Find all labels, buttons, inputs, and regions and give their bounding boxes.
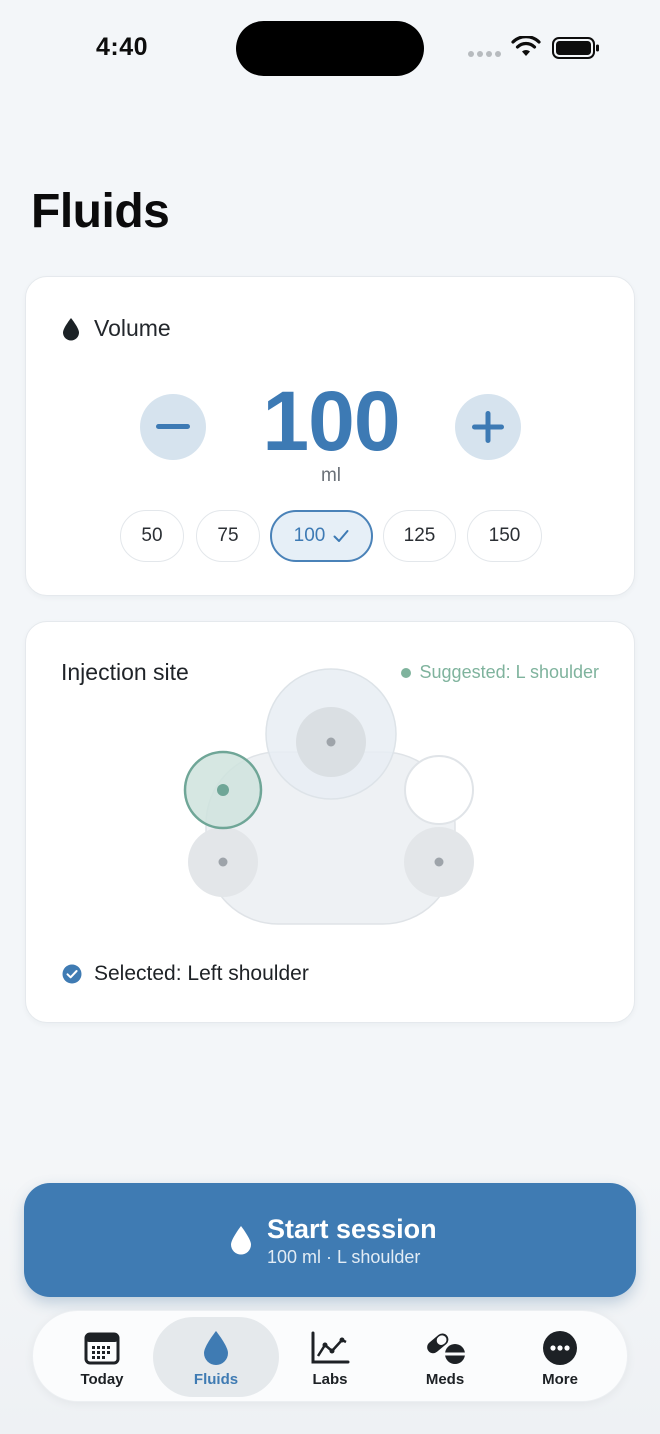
preset-label: 75: [217, 525, 239, 546]
pills-icon: [427, 1333, 466, 1364]
tab-more[interactable]: More: [497, 1317, 623, 1397]
preset-label: 150: [488, 525, 521, 546]
tab-label: Labs: [312, 1371, 348, 1388]
site-right-hip[interactable]: [404, 827, 474, 897]
cellular-signal-icon: [468, 51, 501, 57]
volume-value: 100: [262, 374, 400, 468]
checkmark-icon: [333, 530, 349, 542]
volume-presets: 50 75 100 125 150: [26, 510, 636, 562]
volume-title: Volume: [94, 315, 171, 341]
selected-site-label: Selected: Left shoulder: [94, 962, 309, 985]
preset-chip-125[interactable]: 125: [383, 510, 456, 562]
tab-label: Today: [80, 1371, 124, 1388]
tab-bar: Today Fluids Labs Meds More: [32, 1310, 628, 1402]
injection-site-card: Injection site Suggested: L shoulder Sel…: [25, 621, 635, 1023]
dynamic-island: [236, 21, 424, 76]
tab-meds[interactable]: Meds: [382, 1317, 508, 1397]
preset-label: 50: [141, 525, 163, 546]
drop-icon: [63, 317, 79, 340]
status-time: 4:40: [96, 33, 149, 61]
preset-chip-50[interactable]: 50: [120, 510, 184, 562]
preset-label: 100: [293, 525, 326, 546]
selected-site-row: Selected: Left shoulder: [62, 962, 309, 986]
site-right-shoulder[interactable]: [404, 755, 474, 825]
page-title: Fluids: [31, 185, 170, 238]
body-map: [183, 668, 474, 925]
tab-label: More: [542, 1371, 578, 1388]
start-session-subtitle: 100 ml · L shoulder: [267, 1247, 421, 1267]
volume-card: Volume 100 ml 50 75 100 125 150: [25, 276, 635, 596]
tab-label: Fluids: [193, 1371, 239, 1388]
drop-icon: [231, 1226, 251, 1255]
start-session-title: Start session: [267, 1214, 437, 1244]
drop-icon: [204, 1331, 228, 1365]
tab-today[interactable]: Today: [39, 1317, 165, 1397]
preset-chip-75[interactable]: 75: [196, 510, 260, 562]
chart-icon: [311, 1331, 350, 1364]
wifi-icon: [511, 36, 541, 56]
check-circle-icon: [62, 964, 82, 984]
volume-unit: ml: [320, 465, 342, 486]
more-icon: [543, 1331, 577, 1365]
site-left-shoulder[interactable]: [183, 750, 263, 830]
battery-icon: [552, 37, 599, 59]
preset-label: 125: [403, 525, 436, 546]
tab-fluids[interactable]: Fluids: [153, 1317, 279, 1397]
site-left-hip[interactable]: [188, 827, 258, 897]
plus-icon: [472, 411, 504, 443]
increase-volume-button[interactable]: [455, 394, 521, 460]
tab-labs[interactable]: Labs: [267, 1317, 393, 1397]
start-session-button[interactable]: Start session 100 ml · L shoulder: [24, 1183, 636, 1297]
site-neck[interactable]: [265, 668, 397, 800]
preset-chip-100[interactable]: 100: [270, 510, 373, 562]
preset-chip-150[interactable]: 150: [467, 510, 542, 562]
calendar-icon: [84, 1332, 120, 1365]
volume-header: Volume: [62, 315, 171, 342]
tab-label: Meds: [425, 1371, 465, 1388]
